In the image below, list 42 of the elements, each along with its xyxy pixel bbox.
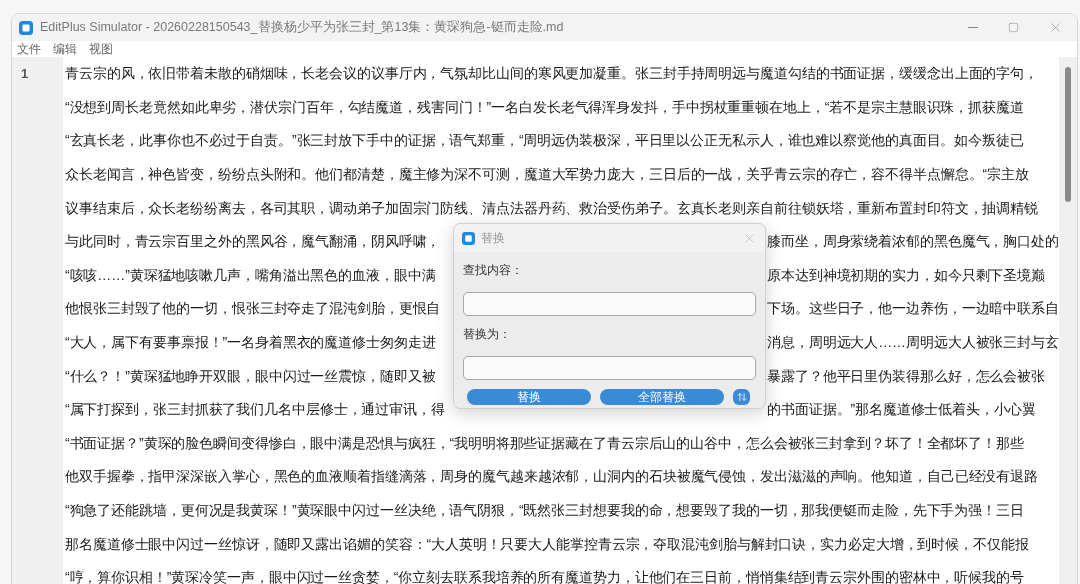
maximize-icon [1007,22,1019,33]
text-line: 青云宗的风，依旧带着未散的硝烟味，长老会议的议事厅内，气氛却比山间的寒风更加凝重。张三封手持周明远与魔道勾结的书面证据，缓缓念出上面的字句， [65,64,1038,84]
line-number: 1 [21,65,29,84]
text-line: 下场。这些日子，他一边养伤，一边暗中联系自 [767,299,1059,319]
minimize-icon [968,27,978,28]
app-icon [462,231,475,245]
dialog-button[interactable]: 替换 [467,389,591,405]
text-line: “狗急了还能跳墙，更何况是我黄琛！”黄琛眼中闪过一丝决绝，语气阴狠，“既然张三封想要我的命，想要毁了我的一切，那我便铤而走险，先下手为强！三日 [65,501,1024,520]
text-line: “属下打探到，张三封抓获了我们几名中层修士，通过审讯，得 [65,400,446,420]
text-line: “哼，算你识相！”黄琛冷笑一声，眼中闪过一丝贪婪，“你立刻去联系我培养的所有魔道势力，让他们在三日前，悄悄集结到青云宗外围的密林中，听候我的号 [65,568,1024,584]
text-line: 膝而坐，周身萦绕着浓郁的黑色魔气，胸口处的 [767,232,1059,252]
dialog-button[interactable]: 全部替换 [600,389,724,405]
text-line: “咳咳……”黄琛猛地咳嗽几声，嘴角溢出黑色的血液，眼中满 [65,265,437,285]
text-line: 消息，周明远大人……周明远大人被张三封与玄 [767,333,1059,353]
swap-button[interactable] [733,389,750,405]
input-field[interactable] [463,356,756,380]
menu-item[interactable]: 编辑 [53,43,77,55]
input-field[interactable] [463,292,756,316]
text-line: “没想到周长老竟然如此卑劣，潜伏宗门百年，勾结魔道，残害同门！”一名白发长老气得浑身发抖，手中拐杖重重顿在地上，“若不是宗主慧眼识珠，抓获魔道 [65,97,1024,117]
swap-icon [736,392,747,402]
dialog-title: 替换 [481,230,505,247]
text-line: 原本达到神境初期的实力，如今只剩下圣境巅 [767,265,1045,285]
text-line: 的书面证据。”那名魔道修士低着头，小心翼 [767,400,1036,420]
text-line: 他恨张三封毁了他的一切，恨张三封夺走了混沌剑胎，更恨自 [65,299,442,319]
text-line: 他双手握拳，指甲深深嵌入掌心，黑色的血液顺着指缝滴落，周身的魔气越来越浓郁，山洞内的石块被魔气侵蚀，发出滋滋的声响。他知道，自己已经没有退路 [65,467,1038,487]
text-line: 那名魔道修士眼中闪过一丝惊讶，随即又露出谄媚的笑容：“大人英明！只要大人能掌控青云宗，夺取混沌剑胎与解封口诀，实力必定大增，到时候，不仅能报 [65,534,1029,554]
text-line: 暴露了？他平日里伪装得那么好，怎么会被张 [767,366,1045,386]
text-line: “大人，属下有要事禀报！”一名身着黑衣的魔道修士匆匆走进 [65,333,437,353]
menu-item[interactable]: 视图 [89,43,113,55]
menu-item[interactable]: 文件 [17,43,41,55]
text-line: 与此同时，青云宗百里之外的黑风谷，魔气翻涌，阴风呼啸， [65,232,442,252]
text-line: “书面证据？”黄琛的脸色瞬间变得惨白，眼中满是恐惧与疯狂，“我明明将那些证据藏在了青云宗后山的山谷中，怎么会被张三封拿到？坏了！全都坏了！那些 [65,433,1024,453]
field-label: 替换为： [463,326,512,343]
text-line: 议事结束后，众长老纷纷离去，各司其职，调动弟子加固宗门防线、清点法器丹药、救治受伤弟子。玄真长老则亲自前往锁妖塔，重新布置封印符文，抽调精锐 [65,198,1038,218]
window-title: EditPlus Simulator - 20260228150543_替换杨少平为张三封_第13集：黄琛狗急-铤而走险.md [40,19,564,37]
scrollbar-thumb[interactable] [1065,67,1071,202]
app-icon [19,20,33,35]
text-line: “什么？！”黄琛猛地睁开双眼，眼中闪过一丝震惊，随即又被 [65,366,437,386]
text-line: 众长老闻言，神色皆变，纷纷点头附和。他们都清楚，魔主修为深不可测，魔道大军势力庞大，三日后的一战，关乎青云宗的存亡，容不得半点懈怠。“宗主放 [65,165,1029,185]
field-label: 查找内容： [463,262,524,279]
text-line: “玄真长老，此事你也不必过于自责。”张三封放下手中的证据，语气郑重，“周明远伪装极深，平日里以公正无私示人，谁也难以察觉他的真面目。如今叛徒已 [65,131,1024,151]
scrollbar[interactable] [1059,57,1077,584]
